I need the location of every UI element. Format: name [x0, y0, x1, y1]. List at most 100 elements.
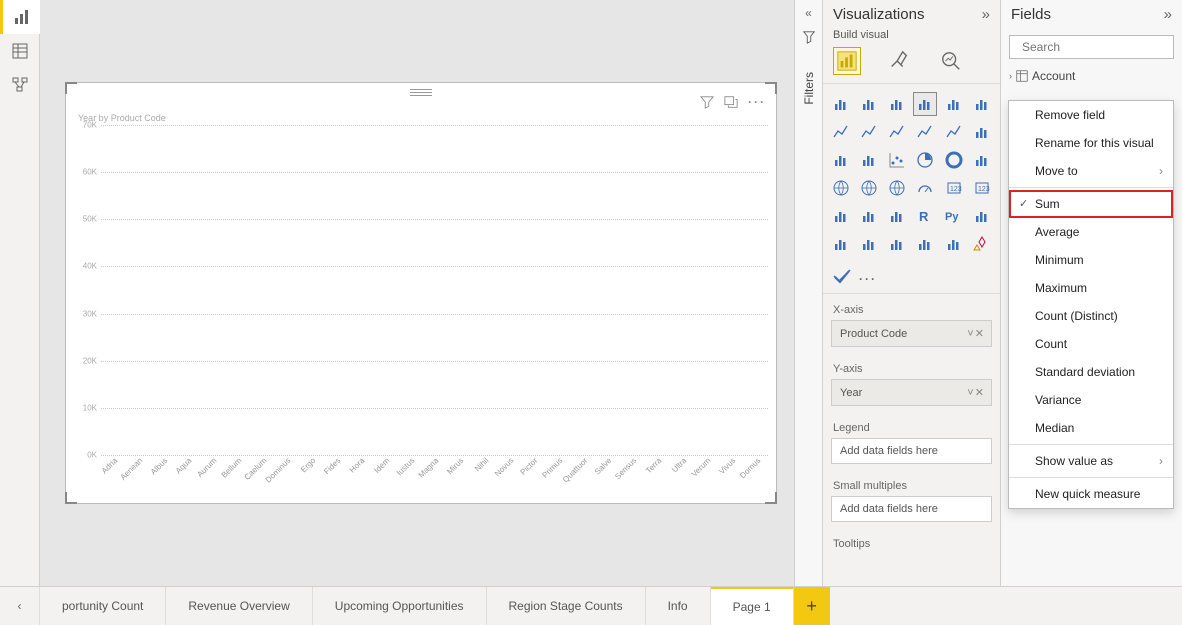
tab-scroll-left[interactable]: ‹: [0, 587, 40, 625]
add-page-button[interactable]: +: [794, 587, 830, 625]
viz-type-area-stacked[interactable]: [885, 120, 909, 144]
chart-visual[interactable]: ··· Year by Product Code AdriaAeneanAlbu…: [65, 82, 777, 504]
filters-pane-collapsed[interactable]: « Filters: [794, 0, 822, 586]
tooltips-label: Tooltips: [823, 528, 1000, 554]
viz-type-azure-map[interactable]: [885, 176, 909, 200]
svg-text:R: R: [919, 209, 929, 224]
ctx-show-value-as[interactable]: Show value as: [1009, 447, 1173, 475]
ctx-median[interactable]: Median: [1009, 414, 1173, 442]
collapse-viz-icon[interactable]: »: [982, 6, 990, 23]
viz-type-line-col2[interactable]: [942, 120, 966, 144]
svg-text:123: 123: [978, 186, 990, 193]
viz-type-bar-stacked[interactable]: [829, 92, 853, 116]
resize-handle[interactable]: [65, 492, 77, 504]
well-actions[interactable]: ˅ ✕: [967, 327, 983, 340]
ctx-rename-visual[interactable]: Rename for this visual: [1009, 129, 1173, 157]
tab-upcoming-opportunities[interactable]: Upcoming Opportunities: [313, 587, 487, 625]
report-canvas: ··· Year by Product Code AdriaAeneanAlbu…: [40, 0, 1182, 586]
data-view-icon[interactable]: [0, 34, 40, 68]
yaxis-well[interactable]: Year ˅ ✕: [831, 379, 992, 406]
analytics-tab[interactable]: [937, 47, 965, 75]
ctx-average[interactable]: Average: [1009, 218, 1173, 246]
tab-revenue-overview[interactable]: Revenue Overview: [166, 587, 312, 625]
viz-type-paginated[interactable]: [913, 232, 937, 256]
build-visual-tab[interactable]: [833, 47, 861, 75]
viz-type-kpi[interactable]: [829, 204, 853, 228]
viz-type-line-col[interactable]: [913, 120, 937, 144]
viz-type-scatter[interactable]: [885, 148, 909, 172]
viz-type-bar-clustered[interactable]: [857, 92, 881, 116]
tab-info[interactable]: Info: [646, 587, 711, 625]
chart-plot-area: AdriaAeneanAlbusAquaAurumBellumCaelumDom…: [100, 125, 768, 455]
viz-type-narrative[interactable]: [885, 232, 909, 256]
viz-type-column-100[interactable]: [970, 92, 994, 116]
viz-type-bar-100[interactable]: [885, 92, 909, 116]
more-options-icon[interactable]: ···: [748, 95, 762, 109]
view-switcher-rail: [0, 0, 40, 586]
viz-type-pie[interactable]: [913, 148, 937, 172]
field-table-account[interactable]: › Account: [1001, 65, 1182, 87]
viz-type-column-stacked[interactable]: [942, 92, 966, 116]
model-view-icon[interactable]: [0, 68, 40, 102]
viz-more-icon[interactable]: [833, 268, 851, 289]
ctx-stdev[interactable]: Standard deviation: [1009, 358, 1173, 386]
viz-type-ribbon[interactable]: [970, 120, 994, 144]
small-multiples-well[interactable]: Add data fields here: [831, 496, 992, 522]
resize-handle[interactable]: [765, 492, 777, 504]
viz-type-apps[interactable]: [970, 232, 994, 256]
legend-placeholder: Add data fields here: [840, 445, 938, 457]
ctx-new-quick-measure[interactable]: New quick measure: [1009, 480, 1173, 508]
ctx-sum[interactable]: Sum: [1009, 190, 1173, 218]
field-context-menu: Remove field Rename for this visual Move…: [1008, 100, 1174, 509]
build-visual-label: Build visual: [823, 29, 1000, 47]
viz-type-map[interactable]: [829, 176, 853, 200]
tab-opportunity-count[interactable]: portunity Count: [40, 587, 166, 625]
ctx-maximum[interactable]: Maximum: [1009, 274, 1173, 302]
ctx-variance[interactable]: Variance: [1009, 386, 1173, 414]
viz-type-score[interactable]: [942, 232, 966, 256]
ctx-minimum[interactable]: Minimum: [1009, 246, 1173, 274]
page-tabs: ‹ portunity Count Revenue Overview Upcom…: [0, 586, 1182, 625]
viz-type-table[interactable]: [885, 204, 909, 228]
table-icon: [1016, 70, 1028, 82]
report-view-icon[interactable]: [0, 0, 40, 34]
viz-type-waterfall[interactable]: [829, 148, 853, 172]
viz-type-decomp[interactable]: [829, 232, 853, 256]
filter-icon[interactable]: [700, 95, 714, 112]
ctx-count[interactable]: Count: [1009, 330, 1173, 358]
expand-filters-icon[interactable]: «: [805, 6, 812, 20]
viz-more-options[interactable]: ···: [859, 272, 877, 286]
viz-type-py[interactable]: Py: [942, 204, 966, 228]
viz-type-ai[interactable]: [970, 204, 994, 228]
viz-type-treemap[interactable]: [970, 148, 994, 172]
viz-type-multi-card[interactable]: 123: [970, 176, 994, 200]
viz-type-column-clustered[interactable]: [913, 92, 937, 116]
viz-type-slicer[interactable]: [857, 204, 881, 228]
svg-text:Py: Py: [945, 211, 959, 223]
viz-type-area[interactable]: [857, 120, 881, 144]
filters-icon: [802, 30, 816, 44]
well-actions[interactable]: ˅ ✕: [967, 386, 983, 399]
ctx-count-distinct[interactable]: Count (Distinct): [1009, 302, 1173, 330]
ctx-remove-field[interactable]: Remove field: [1009, 101, 1173, 129]
viz-type-r[interactable]: R: [913, 204, 937, 228]
collapse-fields-icon[interactable]: »: [1164, 6, 1172, 23]
viz-type-funnel[interactable]: [857, 148, 881, 172]
viz-type-line[interactable]: [829, 120, 853, 144]
visual-drag-grip[interactable]: [66, 89, 776, 97]
legend-label: Legend: [823, 412, 1000, 438]
legend-well[interactable]: Add data fields here: [831, 438, 992, 464]
tab-page-1[interactable]: Page 1: [711, 587, 794, 625]
ctx-move-to[interactable]: Move to: [1009, 157, 1173, 185]
focus-mode-icon[interactable]: [724, 95, 738, 112]
viz-type-filled-map[interactable]: [857, 176, 881, 200]
format-visual-tab[interactable]: [885, 47, 913, 75]
viz-type-donut[interactable]: [942, 148, 966, 172]
tab-region-stage-counts[interactable]: Region Stage Counts: [487, 587, 646, 625]
xaxis-well[interactable]: Product Code ˅ ✕: [831, 320, 992, 347]
search-input[interactable]: [1022, 40, 1177, 54]
fields-search[interactable]: [1009, 35, 1174, 59]
viz-type-qa[interactable]: [857, 232, 881, 256]
viz-type-gauge[interactable]: [913, 176, 937, 200]
viz-type-card[interactable]: 123: [942, 176, 966, 200]
